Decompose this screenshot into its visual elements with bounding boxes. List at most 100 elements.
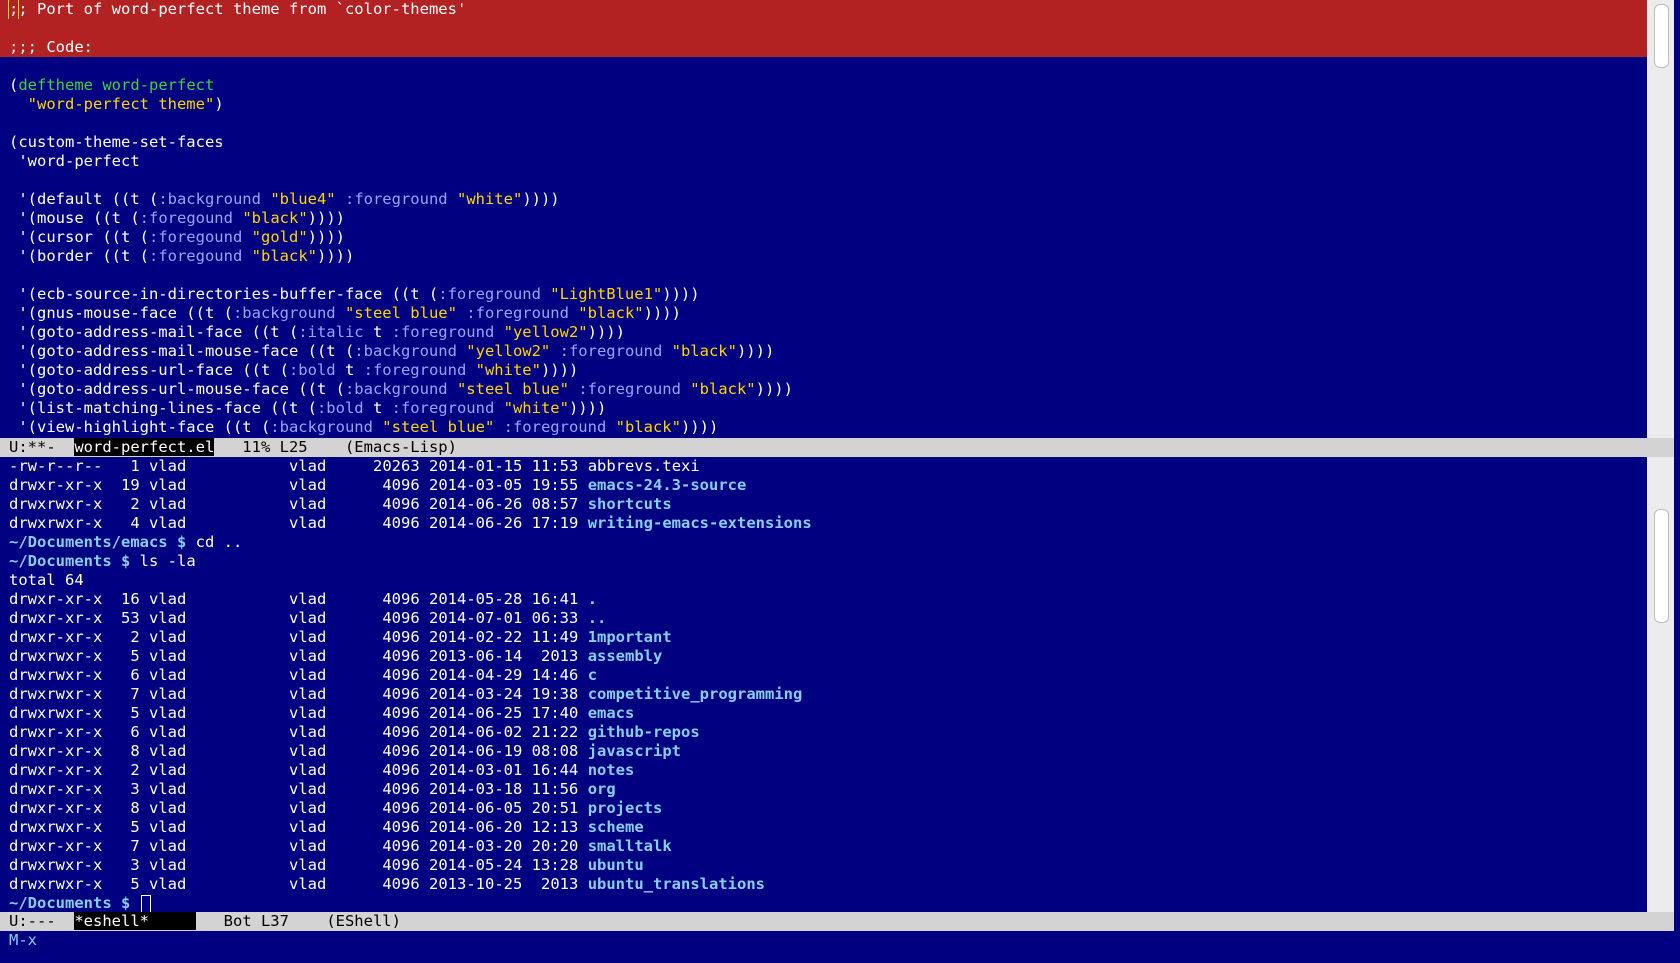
code-keyword-arg: :foreground <box>391 399 495 417</box>
file-size: 4096 <box>382 742 420 760</box>
directory-name[interactable]: projects <box>588 799 663 817</box>
top-scrollbar-thumb[interactable] <box>1654 4 1669 68</box>
file-group: vlad <box>289 799 327 817</box>
code-text: ; Port of word-perfect theme from `color… <box>18 0 467 18</box>
eshell-window[interactable]: -rw-r--r-- 1 vlad vlad 20263 2014-01-15 … <box>0 457 1647 912</box>
code-string: "black" <box>251 247 317 265</box>
file-date: 2014-03-01 <box>429 761 523 779</box>
file-group: vlad <box>289 780 327 798</box>
code-text: )))) <box>587 323 625 341</box>
code-text: '(goto-address-mail-face ((t ( <box>9 323 299 341</box>
bottom-modeline-position: Bot L37 <box>195 912 327 930</box>
directory-name[interactable]: competitive_programming <box>588 685 803 703</box>
file-date: 2014-06-05 <box>429 799 523 817</box>
top-scrollbar[interactable] <box>1647 0 1674 438</box>
ls-row: drwxr-xr-x 8 vlad vlad 4096 2014-06-19 0… <box>0 742 1647 761</box>
file-permissions: drwxrwxr-x <box>9 495 103 513</box>
file-time: 20:20 <box>531 837 579 855</box>
code-string: "LightBlue1" <box>550 285 663 303</box>
file-time: 17:19 <box>531 514 579 532</box>
shell-command-line: ~/Documents $ ls -la <box>0 552 1647 571</box>
file-owner: vlad <box>149 780 187 798</box>
code-text: t <box>335 361 364 379</box>
code-string: "steel blue" <box>382 418 495 436</box>
bottom-modeline-buffer-name[interactable]: *eshell* <box>74 912 196 930</box>
directory-name[interactable]: github-repos <box>588 723 700 741</box>
file-owner: vlad <box>149 875 187 893</box>
file-link-count: 16 <box>121 590 140 608</box>
file-link-count: 6 <box>130 666 140 684</box>
bottom-scrollbar[interactable] <box>1647 457 1674 912</box>
code-keyword-arg: :bold <box>316 399 364 417</box>
directory-name[interactable]: scheme <box>588 818 644 836</box>
directory-name[interactable]: assembly <box>588 647 663 665</box>
file-permissions: drwxrwxr-x <box>9 647 103 665</box>
code-string: "white" <box>503 399 569 417</box>
directory-name[interactable]: emacs-24.3-source <box>588 476 747 494</box>
directory-name[interactable]: writing-emacs-extensions <box>588 514 812 532</box>
code-function-name: word-perfect <box>102 76 215 94</box>
code-line: (custom-theme-set-faces <box>0 133 1647 152</box>
shell-input-line[interactable]: ~/Documents $ <box>0 894 1647 912</box>
file-owner: vlad <box>149 457 187 475</box>
directory-name[interactable]: shortcuts <box>588 495 672 513</box>
file-owner: vlad <box>149 495 187 513</box>
file-owner: vlad <box>149 761 187 779</box>
code-text: )))) <box>643 304 681 322</box>
editor-window-word-perfect[interactable]: ;; Port of word-perfect theme from `colo… <box>0 0 1647 438</box>
file-link-count: 8 <box>130 742 140 760</box>
file-date: 2014-03-20 <box>429 837 523 855</box>
directory-name[interactable]: smalltalk <box>588 837 672 855</box>
file-group: vlad <box>289 704 327 722</box>
directory-name[interactable]: org <box>588 780 616 798</box>
file-group: vlad <box>289 514 327 532</box>
directory-name[interactable]: 1mportant <box>588 628 672 646</box>
code-text: '(goto-address-url-mouse-face ((t ( <box>9 380 345 398</box>
bottom-scrollbar-thumb[interactable] <box>1654 509 1669 623</box>
directory-name[interactable]: emacs <box>588 704 635 722</box>
minibuffer[interactable]: M-x <box>0 931 1680 963</box>
directory-name[interactable]: javascript <box>588 742 681 760</box>
file-date: 2014-03-24 <box>429 685 523 703</box>
file-group: vlad <box>289 818 327 836</box>
code-text: ( <box>9 76 19 94</box>
code-keyword-arg: :foreground <box>559 342 663 360</box>
file-permissions: drwxr-xr-x <box>9 799 103 817</box>
file-name[interactable]: abbrevs.texi <box>588 457 700 475</box>
file-permissions: -rw-r--r-- <box>9 457 103 475</box>
directory-name[interactable]: .. <box>588 609 607 627</box>
file-link-count: 6 <box>130 723 140 741</box>
file-time: 06:33 <box>531 609 579 627</box>
top-modeline-mode[interactable]: (Emacs-Lisp) <box>345 438 457 456</box>
directory-name[interactable]: notes <box>588 761 635 779</box>
code-text: )))) <box>662 285 700 303</box>
file-date: 2013-06-14 <box>429 647 523 665</box>
code-area[interactable]: (deftheme word-perfect "word-perfect the… <box>0 57 1647 437</box>
file-link-count: 3 <box>130 856 140 874</box>
bottom-modeline-mode[interactable]: (EShell) <box>326 912 401 930</box>
code-line: 'word-perfect <box>0 152 1647 171</box>
file-size: 4096 <box>382 875 420 893</box>
code-string: "yellow2" <box>503 323 588 341</box>
directory-name[interactable]: ubuntu_translations <box>588 875 765 893</box>
top-modeline-buffer-name[interactable]: word-perfect.el <box>74 438 215 456</box>
file-owner: vlad <box>149 647 187 665</box>
file-group: vlad <box>289 609 327 627</box>
directory-name[interactable]: c <box>588 666 597 684</box>
file-size: 4096 <box>382 628 420 646</box>
file-date: 2014-07-01 <box>429 609 523 627</box>
file-size: 4096 <box>382 723 420 741</box>
directory-name[interactable]: . <box>588 590 597 608</box>
code-string: "gold" <box>251 228 308 246</box>
code-text: '(list-matching-lines-face ((t ( <box>9 399 317 417</box>
file-permissions: drwxrwxr-x <box>9 666 103 684</box>
file-owner: vlad <box>149 723 187 741</box>
directory-name[interactable]: ubuntu <box>588 856 644 874</box>
file-link-count: 8 <box>130 799 140 817</box>
